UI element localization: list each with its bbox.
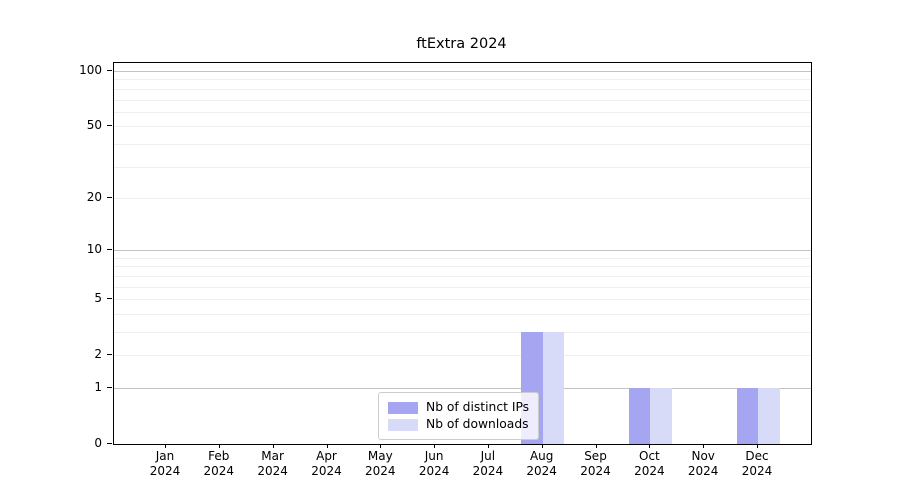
y-tick-label-0: 0 — [54, 436, 102, 450]
bar-nb-of-downloads-oct — [650, 388, 672, 444]
x-tick-mark-aug — [542, 444, 543, 448]
x-tick-mark-sep — [596, 444, 597, 448]
y-tick-mark-100 — [107, 70, 112, 71]
bar-nb-of-downloads-dec — [758, 388, 780, 444]
gridline-3 — [114, 332, 811, 333]
gridline-60 — [114, 112, 811, 113]
gridline-4 — [114, 314, 811, 315]
x-tick-mark-feb — [219, 444, 220, 448]
x-tick-mark-may — [380, 444, 381, 448]
gridline-1 — [114, 388, 811, 389]
legend-swatch-distinct-ips — [388, 402, 418, 414]
y-tick-mark-2 — [107, 354, 112, 355]
chart-figure: ftExtra 2024 Nb of distinct IPs Nb of do… — [0, 0, 900, 500]
x-tick-mark-jun — [434, 444, 435, 448]
legend-label-distinct-ips: Nb of distinct IPs — [426, 399, 529, 416]
gridline-20 — [114, 198, 811, 199]
gridline-70 — [114, 100, 811, 101]
y-tick-label-50: 50 — [54, 118, 102, 132]
bar-nb-of-distinct-ips-dec — [737, 388, 759, 444]
y-tick-label-1: 1 — [54, 380, 102, 394]
y-tick-mark-10 — [107, 249, 112, 250]
y-tick-mark-1 — [107, 387, 112, 388]
bar-nb-of-downloads-aug — [543, 332, 565, 444]
legend: Nb of distinct IPs Nb of downloads — [378, 392, 539, 440]
x-tick-mark-mar — [273, 444, 274, 448]
x-tick-mark-jan — [165, 444, 166, 448]
gridline-7 — [114, 276, 811, 277]
y-tick-label-2: 2 — [54, 347, 102, 361]
gridline-80 — [114, 89, 811, 90]
y-tick-mark-50 — [107, 125, 112, 126]
chart-title: ftExtra 2024 — [113, 36, 810, 52]
gridline-8 — [114, 266, 811, 267]
x-tick-mark-apr — [327, 444, 328, 448]
legend-label-downloads: Nb of downloads — [426, 416, 529, 433]
y-tick-label-5: 5 — [54, 291, 102, 305]
y-tick-mark-20 — [107, 197, 112, 198]
gridline-50 — [114, 126, 811, 127]
gridline-10 — [114, 250, 811, 251]
x-tick-label-dec: Dec2024 — [725, 449, 789, 479]
x-tick-mark-oct — [649, 444, 650, 448]
gridline-90 — [114, 79, 811, 80]
y-tick-mark-0 — [107, 443, 112, 444]
plot-area: Nb of distinct IPs Nb of downloads — [113, 62, 812, 445]
y-tick-label-100: 100 — [54, 63, 102, 77]
y-tick-label-20: 20 — [54, 190, 102, 204]
gridline-30 — [114, 167, 811, 168]
legend-row-distinct-ips: Nb of distinct IPs — [388, 399, 529, 416]
bar-nb-of-distinct-ips-oct — [629, 388, 651, 444]
gridline-100 — [114, 71, 811, 72]
x-tick-mark-dec — [757, 444, 758, 448]
gridline-9 — [114, 258, 811, 259]
gridline-2 — [114, 355, 811, 356]
y-tick-mark-5 — [107, 298, 112, 299]
legend-row-downloads: Nb of downloads — [388, 416, 529, 433]
x-tick-month: Dec — [725, 449, 789, 464]
gridline-6 — [114, 287, 811, 288]
x-tick-mark-nov — [703, 444, 704, 448]
x-tick-year: 2024 — [725, 464, 789, 479]
x-tick-mark-jul — [488, 444, 489, 448]
gridline-40 — [114, 144, 811, 145]
legend-swatch-downloads — [388, 419, 418, 431]
y-tick-label-10: 10 — [54, 242, 102, 256]
gridline-5 — [114, 299, 811, 300]
